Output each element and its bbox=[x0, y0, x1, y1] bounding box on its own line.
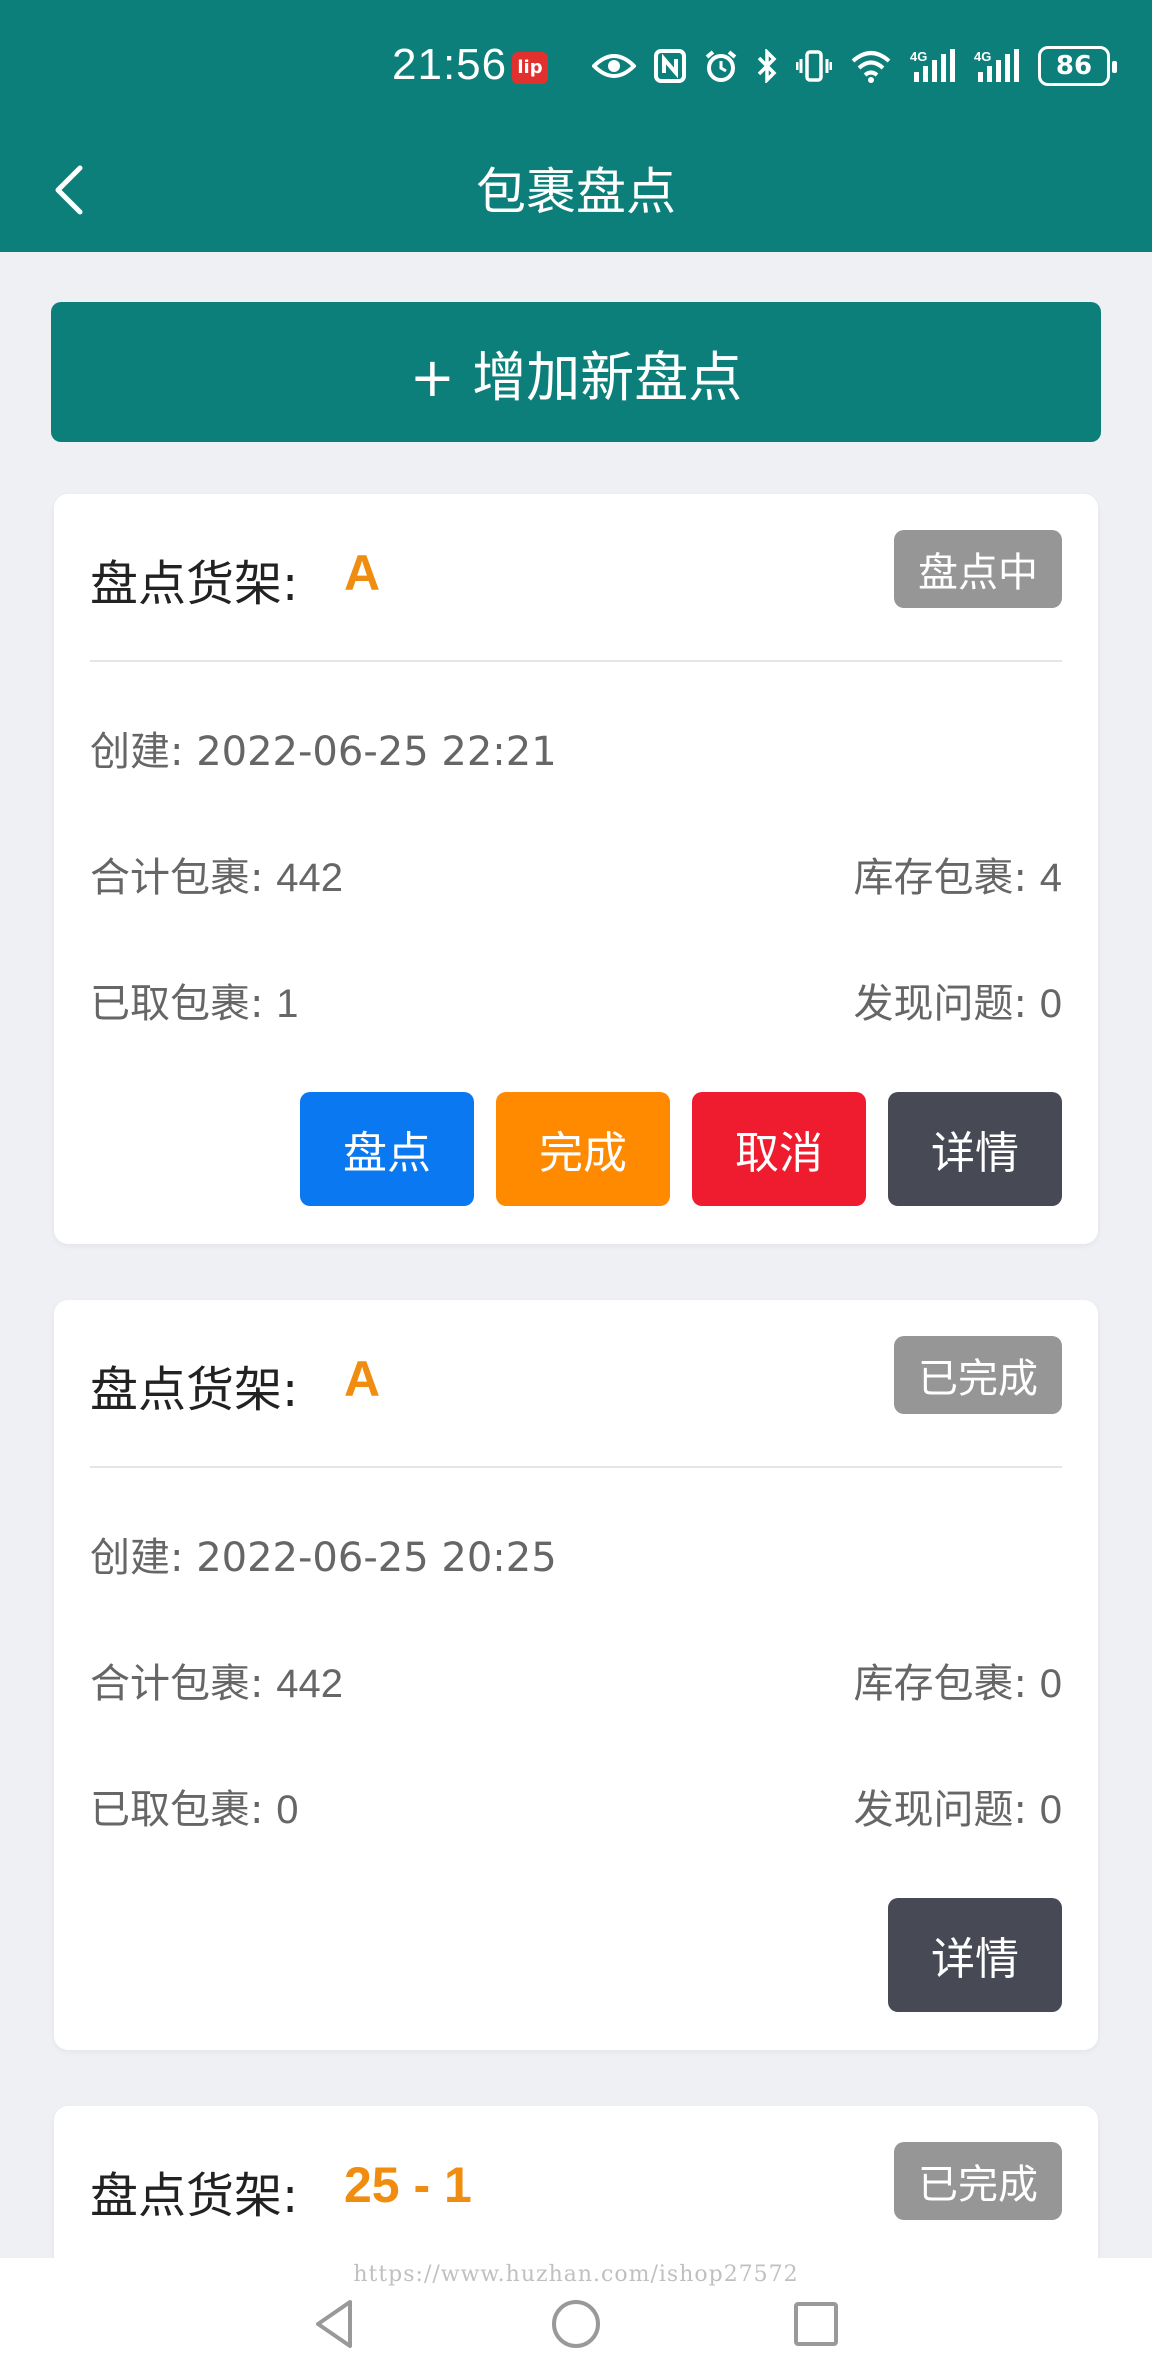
nfc-icon bbox=[654, 46, 686, 86]
svg-text:4G: 4G bbox=[974, 49, 991, 64]
card-header: 盘点货架: A 盘点中 bbox=[54, 494, 1098, 662]
stock-parcels: 库存包裹: 0 bbox=[853, 1661, 1062, 1707]
detail-button[interactable]: 详情 bbox=[888, 1092, 1062, 1206]
page-title: 包裹盘点 bbox=[476, 163, 676, 221]
inventory-card: 盘点货架: A 盘点中 创建: 2022-06-25 22:21 合计包裹: 4… bbox=[54, 494, 1098, 1244]
app-header: 21:56 lip 4G 4G 86 包裹盘点 bbox=[0, 0, 1152, 252]
shelf-label: 盘点货架: bbox=[90, 1362, 299, 1418]
signal-4g-icon: 4G bbox=[974, 46, 1020, 86]
nav-back-icon[interactable] bbox=[306, 2294, 366, 2354]
app-badge-icon: lip bbox=[512, 52, 548, 84]
signal-4g-icon: 4G bbox=[910, 46, 956, 86]
taken-parcels: 已取包裹: 0 bbox=[90, 1787, 299, 1833]
card-header: 盘点货架: 25 - 1 已完成 bbox=[54, 2106, 1098, 2274]
alarm-icon bbox=[704, 46, 738, 86]
shelf-label: 盘点货架: bbox=[90, 2168, 299, 2224]
battery-icon: 86 bbox=[1038, 46, 1117, 86]
divider bbox=[90, 660, 1062, 662]
created-text: 创建: 2022-06-25 22:21 bbox=[90, 729, 557, 775]
eye-icon bbox=[592, 46, 636, 86]
wifi-icon bbox=[850, 46, 892, 86]
card-actions: 详情 bbox=[888, 1898, 1062, 2012]
status-icons: 4G 4G 86 bbox=[592, 44, 1117, 88]
add-inventory-button[interactable]: + 增加新盘点 bbox=[51, 302, 1101, 442]
card-actions: 盘点 完成 取消 详情 bbox=[300, 1092, 1062, 1206]
issues-found: 发现问题: 0 bbox=[853, 981, 1062, 1027]
created-text: 创建: 2022-06-25 20:25 bbox=[90, 1535, 557, 1581]
card-header: 盘点货架: A 已完成 bbox=[54, 1300, 1098, 1468]
nav-home-icon[interactable] bbox=[546, 2294, 606, 2354]
count-row: 合计包裹: 442 库存包裹: 0 bbox=[90, 1650, 1062, 1710]
status-time: 21:56 bbox=[392, 40, 508, 89]
nav-bar: 包裹盘点 bbox=[0, 130, 1152, 252]
watermark-text: https://www.huzhan.com/ishop27572 bbox=[353, 2262, 799, 2287]
inventory-button[interactable]: 盘点 bbox=[300, 1092, 474, 1206]
created-row: 创建: 2022-06-25 20:25 bbox=[90, 1524, 1062, 1584]
count-row: 已取包裹: 1 发现问题: 0 bbox=[90, 970, 1062, 1030]
shelf-value: 25 - 1 bbox=[344, 2157, 472, 2213]
complete-button[interactable]: 完成 bbox=[496, 1092, 670, 1206]
total-parcels: 合计包裹: 442 bbox=[90, 855, 343, 901]
count-row: 已取包裹: 0 发现问题: 0 bbox=[90, 1776, 1062, 1836]
detail-button[interactable]: 详情 bbox=[888, 1898, 1062, 2012]
taken-parcels: 已取包裹: 1 bbox=[90, 981, 299, 1027]
status-badge: 已完成 bbox=[894, 1336, 1062, 1414]
vibrate-icon bbox=[796, 46, 832, 86]
issues-found: 发现问题: 0 bbox=[853, 1787, 1062, 1833]
stock-parcels: 库存包裹: 4 bbox=[853, 855, 1062, 901]
bluetooth-icon bbox=[756, 46, 778, 86]
shelf-value: A bbox=[344, 545, 381, 601]
status-badge: 盘点中 bbox=[894, 530, 1062, 608]
status-bar: 21:56 lip 4G 4G 86 bbox=[0, 0, 1152, 130]
divider bbox=[90, 1466, 1062, 1468]
inventory-card: 盘点货架: A 已完成 创建: 2022-06-25 20:25 合计包裹: 4… bbox=[54, 1300, 1098, 2050]
nav-recents-icon[interactable] bbox=[786, 2294, 846, 2354]
svg-text:4G: 4G bbox=[910, 49, 927, 64]
shelf-value: A bbox=[344, 1351, 381, 1407]
total-parcels: 合计包裹: 442 bbox=[90, 1661, 343, 1707]
count-row: 合计包裹: 442 库存包裹: 4 bbox=[90, 844, 1062, 904]
shelf-label: 盘点货架: bbox=[90, 556, 299, 612]
cancel-button[interactable]: 取消 bbox=[692, 1092, 866, 1206]
created-row: 创建: 2022-06-25 22:21 bbox=[90, 718, 1062, 778]
status-badge: 已完成 bbox=[894, 2142, 1062, 2220]
